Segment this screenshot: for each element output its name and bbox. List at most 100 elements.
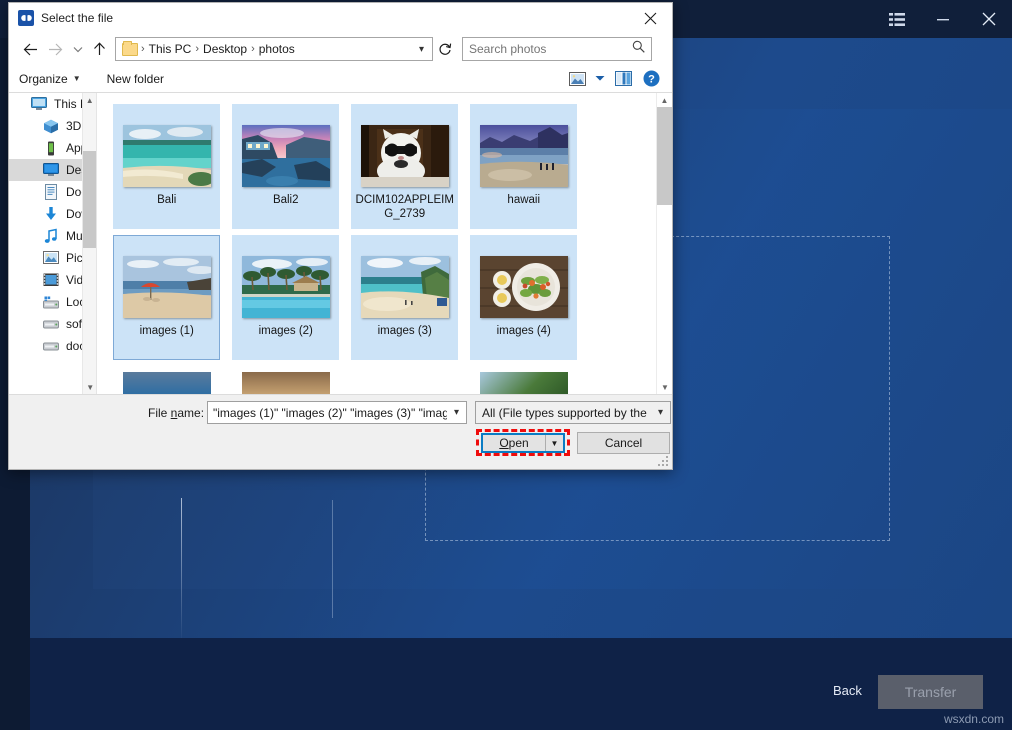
drive-icon [43, 316, 59, 332]
scroll-up-icon[interactable]: ▲ [657, 93, 672, 107]
app-icon [18, 10, 34, 26]
file-thumbnail [123, 125, 211, 187]
scroll-down-icon[interactable]: ▼ [83, 380, 97, 394]
file-item[interactable]: DCIM102APPLEIMG_2739 [345, 101, 464, 232]
download-icon [43, 206, 59, 222]
desktop-icon [43, 162, 59, 178]
open-button-group: Open ▼ [476, 429, 570, 456]
drive-system-icon [43, 294, 59, 310]
preview-pane-icon[interactable] [610, 67, 636, 91]
svg-text:?: ? [648, 74, 655, 86]
nav-back-button[interactable] [18, 37, 43, 61]
file-name-label-prefix: File [148, 406, 171, 420]
file-thumbnail [123, 256, 211, 318]
scroll-down-icon[interactable]: ▼ [657, 380, 672, 394]
file-name-label: Bali2 [234, 193, 337, 207]
address-bar[interactable]: › This PC › Desktop › photos ▾ [115, 37, 433, 61]
dialog-title-bar: Select the file [9, 3, 672, 33]
open-split-button[interactable]: Open ▼ [481, 433, 565, 453]
navigation-tree[interactable]: This PC3D ObjectsApple iPhoneDesktopDocu… [9, 93, 97, 394]
list-item[interactable] [345, 372, 464, 394]
new-folder-button[interactable]: New folder [107, 72, 164, 86]
file-thumbnail [242, 256, 330, 318]
chevron-down-icon[interactable]: ▾ [447, 407, 466, 418]
chevron-down-icon[interactable]: ▾ [413, 44, 430, 55]
file-list-scroll-thumb[interactable] [657, 107, 672, 205]
dialog-close-button[interactable] [628, 3, 672, 33]
file-item[interactable]: Bali2 [226, 101, 345, 232]
refresh-button[interactable] [433, 37, 457, 61]
breadcrumb-this-pc[interactable]: This PC [146, 42, 195, 56]
file-name-label: images (1) [115, 324, 218, 338]
file-thumbnail [361, 125, 449, 187]
file-item[interactable]: images (4) [464, 232, 583, 363]
app-footer [30, 638, 1012, 730]
list-item[interactable] [464, 372, 583, 394]
scroll-up-icon[interactable]: ▲ [83, 93, 96, 107]
documents-icon [43, 184, 59, 200]
panel-divider-right [332, 500, 333, 618]
open-dropdown-button[interactable]: ▼ [545, 435, 563, 451]
menu-list-icon[interactable] [874, 0, 920, 38]
music-icon [43, 228, 59, 244]
file-item[interactable]: images (1) [107, 232, 226, 363]
file-name-input[interactable]: "images (1)" "images (2)" "images (3)" "… [207, 401, 467, 424]
transfer-button[interactable]: Transfer [878, 675, 983, 709]
file-thumbnail [361, 256, 449, 318]
file-name-label: images (2) [234, 324, 337, 338]
search-icon [632, 40, 645, 58]
file-list-view[interactable]: Bali Bali2 DCIM102APPLEIMG_2739 hawaii image… [97, 93, 672, 394]
organize-menu[interactable]: Organize ▼ [19, 72, 81, 86]
chevron-down-icon[interactable]: ▾ [651, 407, 670, 418]
file-name-label: images (3) [353, 324, 456, 338]
folder-icon [122, 43, 138, 56]
dialog-footer: File name: "images (1)" "images (2)" "im… [9, 395, 672, 469]
file-thumbnail [480, 256, 568, 318]
thumbnail [361, 372, 449, 394]
dialog-main-area: This PC3D ObjectsApple iPhoneDesktopDocu… [9, 93, 672, 395]
list-item[interactable] [226, 372, 345, 394]
back-button[interactable]: Back [833, 683, 862, 698]
open-label-accel: O [499, 436, 508, 450]
view-options-dropdown[interactable] [592, 67, 608, 91]
file-name-label: images (4) [472, 324, 575, 338]
cancel-button[interactable]: Cancel [577, 432, 670, 454]
view-options-icon[interactable] [564, 67, 590, 91]
dialog-title: Select the file [41, 11, 113, 25]
app-close-button[interactable] [966, 0, 1012, 38]
navigation-bar: › This PC › Desktop › photos ▾ [9, 33, 672, 65]
search-input[interactable] [469, 42, 632, 56]
breadcrumb-desktop[interactable]: Desktop [200, 42, 250, 56]
thumbnail [480, 372, 568, 394]
nav-recent-locations-button[interactable] [68, 37, 87, 61]
file-thumbnail [242, 125, 330, 187]
cube-icon [43, 118, 59, 134]
file-name-label: DCIM102APPLEIMG_2739 [353, 193, 456, 221]
resize-grip[interactable] [658, 456, 669, 467]
tree-scroll-thumb[interactable] [83, 151, 97, 248]
open-label-rest: pen [509, 436, 529, 450]
file-item[interactable]: images (3) [345, 232, 464, 363]
videos-icon [43, 272, 59, 288]
file-item[interactable]: Bali [107, 101, 226, 232]
file-item[interactable]: hawaii [464, 101, 583, 232]
monitor-icon [31, 96, 47, 112]
new-folder-label: New folder [107, 72, 164, 86]
breadcrumb-photos[interactable]: photos [256, 42, 298, 56]
app-minimize-button[interactable] [920, 0, 966, 38]
file-type-value: All (File types supported by the [482, 406, 647, 420]
open-button[interactable]: Open [483, 435, 545, 451]
file-name-label: hawaii [472, 193, 575, 207]
file-list-scrollbar[interactable]: ▲ ▼ [656, 93, 672, 394]
chevron-down-icon: ▼ [73, 74, 81, 83]
search-box[interactable] [462, 37, 652, 61]
help-icon[interactable]: ? [638, 67, 664, 91]
nav-up-button[interactable] [87, 37, 112, 61]
file-type-select[interactable]: All (File types supported by the ▾ [475, 401, 671, 424]
file-item[interactable]: images (2) [226, 232, 345, 363]
list-item[interactable] [107, 372, 226, 394]
nav-forward-button[interactable] [43, 37, 68, 61]
file-name-label-suffix: ame: [177, 406, 204, 420]
tree-scrollbar[interactable]: ▲ ▼ [82, 93, 96, 394]
thumbnail [242, 372, 330, 394]
